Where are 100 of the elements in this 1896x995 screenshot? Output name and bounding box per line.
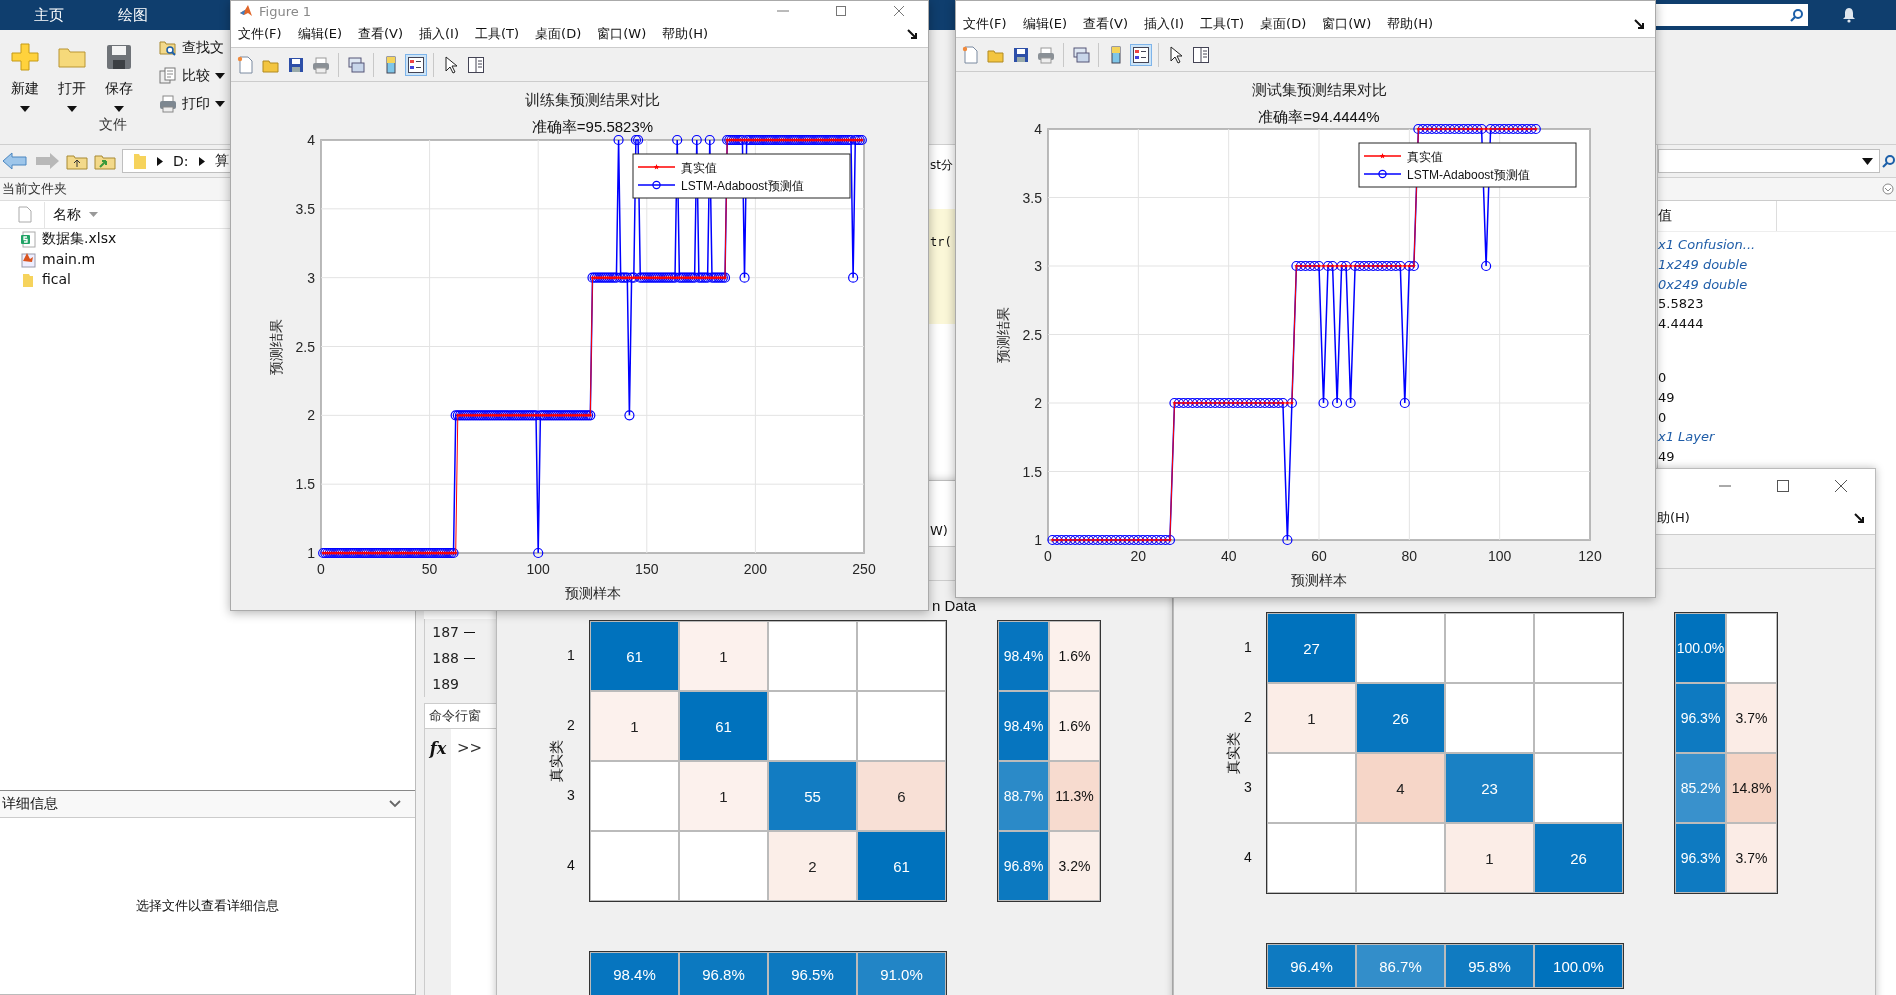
variable-value: x1 Layer	[1658, 428, 1715, 447]
function-browser-icon[interactable]: fx	[429, 739, 447, 759]
compare-icon	[159, 67, 177, 85]
menu-item[interactable]: 工具(T)	[1200, 15, 1245, 33]
legend-line-icon	[1363, 169, 1402, 179]
menu-item[interactable]: 窗口(W)	[597, 25, 647, 43]
menu-item[interactable]: 插入(I)	[419, 25, 459, 43]
menu-item[interactable]: 桌面(D)	[1260, 15, 1307, 33]
command-prompt: >>	[456, 738, 483, 759]
file-item[interactable]: main.m	[20, 249, 96, 269]
menu-item[interactable]: 帮助(H)	[662, 25, 709, 43]
browse-folder-icon[interactable]	[94, 152, 116, 170]
open-button[interactable]: 打开	[50, 38, 94, 112]
menu-item[interactable]: 文件(F)	[963, 15, 1007, 33]
matrix-cell: 2	[768, 831, 857, 901]
variable-value: 0x249 double	[1658, 275, 1748, 294]
summary-cell: 1.6%	[1049, 691, 1100, 761]
print-button[interactable]: 打印	[159, 94, 225, 114]
tick-label: 200	[743, 561, 768, 577]
column-header[interactable]: 名称	[53, 205, 81, 224]
dock-arrow-icon[interactable]	[1634, 18, 1645, 30]
dock-arrow-icon[interactable]	[1854, 512, 1865, 524]
chart-title: 训练集预测结果对比	[525, 91, 660, 109]
chevron-down-icon[interactable]	[389, 800, 401, 808]
menu-item[interactable]: 文件(F)	[238, 25, 282, 43]
tick-label: 50	[421, 561, 438, 577]
menu-item[interactable]: 帮助(H)	[1387, 15, 1434, 33]
axis-label: 真实类	[1225, 732, 1242, 774]
tick-label: 4	[307, 132, 315, 148]
summary-cell: 88.7%	[998, 761, 1049, 831]
up-folder-icon[interactable]	[66, 152, 88, 170]
legend-label: 真实值	[1407, 149, 1443, 164]
summary-cell: 98.4%	[590, 952, 679, 995]
row-label: 3	[567, 787, 575, 803]
line-number: 188	[431, 650, 459, 666]
maximize-icon[interactable]	[834, 6, 848, 16]
menu-item[interactable]: 插入(I)	[1144, 15, 1184, 33]
path-field[interactable]: D: 算	[122, 149, 232, 173]
line-number: 187	[431, 624, 459, 640]
tick-label: 40	[1220, 548, 1237, 564]
tick-label: 4	[1034, 121, 1042, 137]
options-icon[interactable]	[1882, 183, 1894, 195]
tick-label: 100	[526, 561, 550, 577]
maximize-icon[interactable]	[1776, 478, 1790, 493]
legend-line-icon	[637, 180, 676, 190]
path-segment[interactable]: 算	[214, 152, 229, 170]
summary-cell: 98.4%	[998, 621, 1049, 691]
ribbon-tab[interactable]: 绘图	[118, 5, 148, 25]
legend-line-icon	[637, 164, 676, 170]
legend-icon[interactable]	[405, 53, 427, 76]
matrix-cell: 26	[1356, 683, 1445, 753]
breakpoint-dash[interactable]	[464, 631, 475, 633]
menu-item[interactable]: 查看(V)	[1083, 15, 1129, 33]
new-button[interactable]: 新建	[3, 38, 47, 112]
back-arrow-icon[interactable]	[2, 152, 28, 170]
search-icon	[1790, 8, 1804, 22]
variable-value: 1x249 double	[1658, 255, 1748, 274]
dock-arrow-icon[interactable]	[907, 28, 918, 40]
search-icon[interactable]	[1882, 154, 1896, 168]
row-label: 2	[1244, 709, 1252, 725]
file-item[interactable]: fical	[20, 269, 71, 289]
caret-icon	[1862, 157, 1873, 165]
tick-label: 1	[1034, 532, 1042, 548]
summary-cell: 100.0%	[1675, 613, 1726, 683]
plus-icon	[10, 42, 40, 72]
matrix-cell: 6	[857, 761, 946, 831]
path-segment[interactable]: D:	[173, 153, 189, 169]
menu-item[interactable]: 编辑(E)	[1022, 15, 1067, 33]
folder-icon	[133, 152, 147, 170]
menu-item[interactable]: 查看(V)	[358, 25, 404, 43]
file-icon	[18, 206, 32, 223]
sort-caret-icon	[89, 212, 98, 217]
caret-icon	[67, 106, 77, 112]
bell-icon[interactable]	[1842, 7, 1856, 23]
script-icon	[20, 250, 36, 268]
menu-item[interactable]: 助(H)	[1657, 509, 1690, 527]
file-item[interactable]: 数据集.xlsx	[20, 229, 117, 249]
matrix-cell: 1	[679, 621, 768, 691]
legend-line-icon	[1363, 153, 1402, 159]
close-icon[interactable]	[1834, 478, 1848, 493]
summary-cell: 86.7%	[1356, 944, 1445, 988]
matrix-cell: 1	[1445, 823, 1534, 893]
accuracy-label: 准确率=94.4444%	[1258, 108, 1380, 125]
menu-item[interactable]: 桌面(D)	[535, 25, 582, 43]
search-field[interactable]	[1654, 4, 1808, 26]
find-button[interactable]: 查找文	[159, 38, 225, 58]
printer-icon	[159, 95, 177, 113]
menu-item[interactable]: 窗口(W)	[1322, 15, 1372, 33]
compare-button[interactable]: 比较	[159, 66, 225, 86]
save-button[interactable]: 保存	[97, 38, 141, 112]
axis-label: 预测结果	[995, 306, 1011, 363]
legend-icon[interactable]	[1130, 43, 1152, 66]
close-icon[interactable]	[892, 6, 906, 16]
matrix-cell: 61	[679, 691, 768, 761]
menu-item[interactable]: 工具(T)	[475, 25, 520, 43]
menu-item[interactable]: W)	[930, 522, 948, 538]
breakpoint-dash[interactable]	[464, 657, 475, 659]
menu-item[interactable]: 编辑(E)	[297, 25, 342, 43]
ribbon-tab[interactable]: 主页	[34, 5, 64, 25]
column-header[interactable]: 值	[1658, 201, 1777, 231]
